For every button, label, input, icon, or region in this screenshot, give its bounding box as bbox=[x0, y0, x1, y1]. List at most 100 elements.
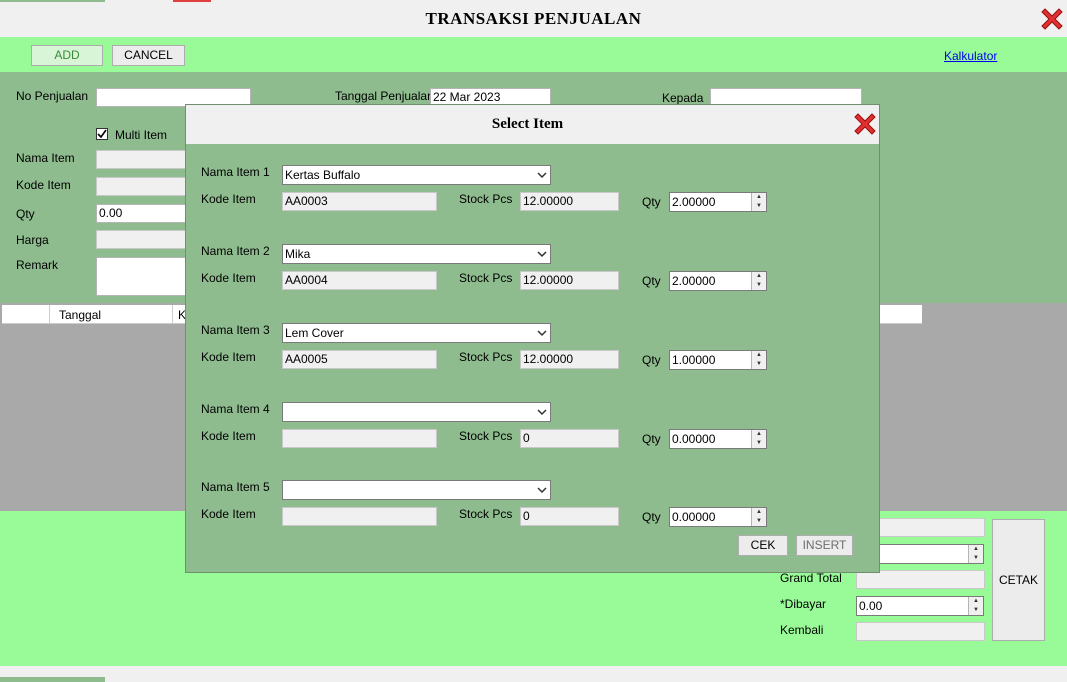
qty-1-value: 2.00000 bbox=[672, 195, 716, 209]
kode-item-4-input bbox=[282, 429, 437, 448]
stock-pcs-3-label: Stock Pcs bbox=[459, 350, 513, 364]
kode-item-3-label: Kode Item bbox=[201, 350, 256, 364]
qty-2-value: 2.00000 bbox=[672, 274, 716, 288]
nama-item-4-label: Nama Item 4 bbox=[201, 402, 270, 416]
nama-item-2-value: Mika bbox=[285, 247, 311, 261]
qty-4-value: 0.00000 bbox=[672, 432, 716, 446]
qty-input[interactable]: 0.00 bbox=[96, 204, 191, 223]
spin-arrows-icon[interactable]: ▲ ▼ bbox=[751, 193, 766, 211]
cancel-button[interactable]: CANCEL bbox=[112, 45, 185, 66]
nama-item-label: Nama Item bbox=[16, 151, 75, 165]
kode-item-label: Kode Item bbox=[16, 178, 71, 192]
cek-button[interactable]: CEK bbox=[738, 535, 788, 556]
nama-item-5-label: Nama Item 5 bbox=[201, 480, 270, 494]
status-strip bbox=[0, 666, 1067, 682]
kode-item-2-input: AA0004 bbox=[282, 271, 437, 290]
grand-total-label: Grand Total bbox=[780, 571, 842, 585]
nama-item-3-value: Lem Cover bbox=[285, 326, 344, 340]
harga-label: Harga bbox=[16, 233, 49, 247]
nama-item-2-select[interactable]: Mika bbox=[282, 244, 551, 264]
nama-item-1-select[interactable]: Kertas Buffalo bbox=[282, 165, 551, 185]
stock-pcs-1-label: Stock Pcs bbox=[459, 192, 513, 206]
qty-5-label: Qty bbox=[642, 510, 661, 524]
qty-2-label: Qty bbox=[642, 274, 661, 288]
check-icon bbox=[97, 129, 107, 139]
stock-pcs-3-input: 12.00000 bbox=[520, 350, 619, 369]
stock-pcs-4-label: Stock Pcs bbox=[459, 429, 513, 443]
qty-1-spinner[interactable]: 2.00000 ▲ ▼ bbox=[669, 192, 767, 212]
stock-pcs-4-input: 0 bbox=[520, 429, 619, 448]
nama-item-5-select[interactable] bbox=[282, 480, 551, 500]
window-title: TRANSAKSI PENJUALAN bbox=[425, 9, 642, 28]
qty-5-value: 0.00000 bbox=[672, 510, 716, 524]
select-item-dialog: Select Item Nama Item 1 Kertas Buffalo K… bbox=[185, 104, 880, 573]
qty-3-label: Qty bbox=[642, 353, 661, 367]
no-penjualan-label: No Penjualan bbox=[16, 89, 89, 103]
qty-3-value: 1.00000 bbox=[672, 353, 716, 367]
kalkulator-link[interactable]: Kalkulator bbox=[944, 49, 997, 63]
cetak-button[interactable]: CETAK bbox=[992, 519, 1045, 641]
chevron-down-icon bbox=[537, 487, 547, 494]
tanggal-penjualan-label: Tanggal Penjualan bbox=[335, 89, 434, 103]
nama-item-1-label: Nama Item 1 bbox=[201, 165, 270, 179]
kode-item-4-label: Kode Item bbox=[201, 429, 256, 443]
nama-item-3-select[interactable]: Lem Cover bbox=[282, 323, 551, 343]
qty-4-label: Qty bbox=[642, 432, 661, 446]
stock-pcs-2-input: 12.00000 bbox=[520, 271, 619, 290]
remark-textarea[interactable] bbox=[96, 257, 191, 296]
stock-pcs-1-input: 12.00000 bbox=[520, 192, 619, 211]
spin-arrows-icon[interactable]: ▲ ▼ bbox=[751, 508, 766, 526]
remark-label: Remark bbox=[16, 258, 59, 272]
spin-arrows-icon[interactable]: ▲ ▼ bbox=[751, 430, 766, 448]
kode-item-3-input: AA0005 bbox=[282, 350, 437, 369]
add-button[interactable]: ADD bbox=[31, 45, 103, 66]
title-accent-green bbox=[0, 0, 105, 2]
kode-item-5-input bbox=[282, 507, 437, 526]
grid-header-cell bbox=[2, 305, 50, 324]
close-icon[interactable] bbox=[852, 111, 878, 137]
qty-4-spinner[interactable]: 0.00000 ▲ ▼ bbox=[669, 429, 767, 449]
kode-item-1-input: AA0003 bbox=[282, 192, 437, 211]
kode-item-2-label: Kode Item bbox=[201, 271, 256, 285]
dibayar-spinner[interactable]: 0.00 ▲ ▼ bbox=[856, 596, 984, 616]
qty-2-spinner[interactable]: 2.00000 ▲ ▼ bbox=[669, 271, 767, 291]
nama-item-4-select[interactable] bbox=[282, 402, 551, 422]
qty-3-spinner[interactable]: 1.00000 ▲ ▼ bbox=[669, 350, 767, 370]
dibayar-label: *Dibayar bbox=[780, 597, 827, 611]
spin-arrows-icon[interactable]: ▲ ▼ bbox=[968, 597, 983, 615]
spin-arrows-icon[interactable]: ▲ ▼ bbox=[968, 545, 983, 563]
qty-5-spinner[interactable]: 0.00000 ▲ ▼ bbox=[669, 507, 767, 527]
stock-pcs-2-label: Stock Pcs bbox=[459, 271, 513, 285]
qty-1-label: Qty bbox=[642, 195, 661, 209]
chevron-down-icon bbox=[537, 409, 547, 416]
kode-item-1-label: Kode Item bbox=[201, 192, 256, 206]
grid-header-tanggal[interactable]: Tanggal bbox=[59, 308, 101, 322]
title-accent-red bbox=[173, 0, 211, 2]
chevron-down-icon bbox=[537, 172, 547, 179]
kembali-input bbox=[856, 622, 985, 641]
close-icon[interactable] bbox=[1039, 6, 1065, 32]
dialog-title: Select Item bbox=[491, 116, 564, 132]
kembali-label: Kembali bbox=[780, 623, 824, 637]
status-accent bbox=[0, 677, 105, 682]
stock-pcs-5-input: 0 bbox=[520, 507, 619, 526]
grid-column-divider bbox=[172, 305, 173, 324]
nama-item-3-label: Nama Item 3 bbox=[201, 323, 270, 337]
spin-arrows-icon[interactable]: ▲ ▼ bbox=[751, 351, 766, 369]
qty-label: Qty bbox=[16, 207, 35, 221]
insert-button[interactable]: INSERT bbox=[796, 535, 853, 556]
spin-arrows-icon[interactable]: ▲ ▼ bbox=[751, 272, 766, 290]
harga-input[interactable] bbox=[96, 230, 191, 249]
chevron-down-icon bbox=[537, 330, 547, 337]
kepada-label: Kepada bbox=[662, 91, 704, 105]
dibayar-value: 0.00 bbox=[859, 599, 883, 613]
multi-item-label: Multi Item bbox=[115, 128, 168, 142]
kode-item-input[interactable] bbox=[96, 177, 191, 196]
chevron-down-icon bbox=[537, 251, 547, 258]
nama-item-1-value: Kertas Buffalo bbox=[285, 168, 361, 182]
nama-item-input[interactable] bbox=[96, 150, 191, 169]
kode-item-5-label: Kode Item bbox=[201, 507, 256, 521]
multi-item-checkbox[interactable] bbox=[96, 128, 108, 140]
stock-pcs-5-label: Stock Pcs bbox=[459, 507, 513, 521]
nama-item-2-label: Nama Item 2 bbox=[201, 244, 270, 258]
